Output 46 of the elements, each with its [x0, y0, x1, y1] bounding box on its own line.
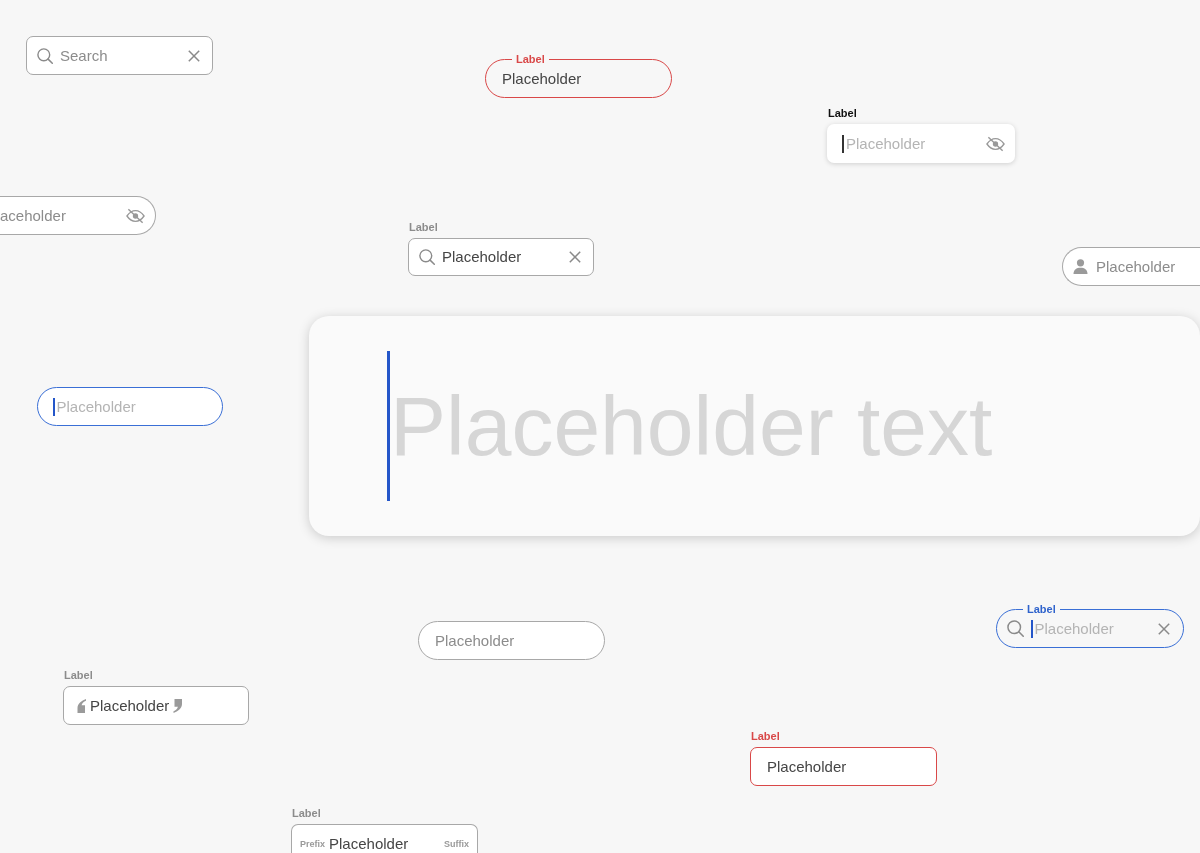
- search-icon: [37, 47, 53, 64]
- text-field[interactable]: Placeholder: [418, 621, 605, 660]
- close-icon[interactable]: [1158, 622, 1170, 635]
- text-field[interactable]: Placeholder: [37, 387, 223, 426]
- text-cursor-icon: [1031, 619, 1033, 638]
- search-icon: [419, 249, 435, 265]
- placeholder-text: Placeholder: [1096, 257, 1176, 276]
- input-text: Placeholder: [442, 248, 522, 266]
- input-text: Placeholder: [502, 69, 582, 88]
- field-label: Label: [409, 220, 438, 234]
- text-cursor-icon: [842, 134, 844, 153]
- field-label: Label: [292, 806, 321, 820]
- person-icon: [1073, 259, 1088, 274]
- search-field[interactable]: Placeholder: [408, 238, 594, 276]
- field-label: Label: [1023, 602, 1060, 616]
- field-label: Label: [512, 52, 549, 66]
- text-cursor-icon: [53, 397, 55, 416]
- field-label: Label: [828, 106, 857, 120]
- text-field[interactable]: Prefix Placeholder Suffix: [291, 824, 478, 853]
- text-cursor-icon: [387, 351, 390, 501]
- closing-quote-icon: [173, 698, 184, 713]
- placeholder-text: Placeholder: [846, 134, 926, 153]
- field-label: Label: [64, 668, 93, 682]
- placeholder-text: Placeholder: [56, 397, 136, 416]
- prefix-text: Prefix: [300, 838, 325, 851]
- placeholder-text: aceholder: [0, 206, 66, 225]
- password-field[interactable]: aceholder: [0, 196, 156, 235]
- field-label: Label: [751, 729, 780, 743]
- eye-slash-icon[interactable]: [126, 207, 145, 224]
- input-text: Placeholder: [329, 835, 409, 853]
- search-icon: [1007, 620, 1024, 637]
- close-icon[interactable]: [569, 251, 581, 263]
- text-field[interactable]: Placeholder: [63, 686, 249, 725]
- close-icon[interactable]: [188, 49, 200, 62]
- input-text: Placeholder: [90, 696, 170, 715]
- username-field[interactable]: Placeholder: [1062, 247, 1200, 286]
- text-field[interactable]: Placeholder: [750, 747, 937, 786]
- eye-slash-icon[interactable]: [986, 135, 1005, 152]
- opening-quote-icon: [77, 698, 86, 713]
- placeholder-text: Placeholder: [1034, 619, 1114, 638]
- password-field[interactable]: Placeholder: [827, 124, 1015, 163]
- placeholder-text: Search: [60, 46, 108, 65]
- suffix-text: Suffix: [444, 838, 469, 851]
- search-field[interactable]: Search: [26, 36, 213, 75]
- placeholder-text: Placeholder: [435, 631, 515, 650]
- input-text: Placeholder: [767, 757, 847, 776]
